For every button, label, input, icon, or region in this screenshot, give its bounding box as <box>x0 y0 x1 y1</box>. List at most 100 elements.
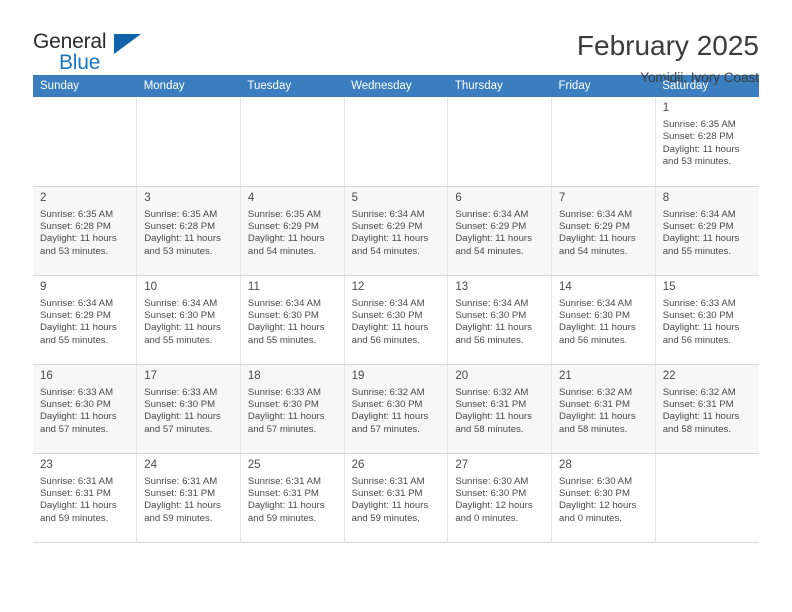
detail-daylight-line1: Daylight: 11 hours <box>351 322 429 334</box>
detail-sunrise: Sunrise: 6:31 AM <box>144 475 218 487</box>
calendar-day-cell[interactable]: 8 Sunrise: 6:34 AM Sunset: 6:29 PM Daylight… <box>655 186 759 276</box>
calendar-cell-content: 19 Sunrise: 6:32 AM Sunset: 6:30 PM Dayligh… <box>345 365 448 453</box>
calendar-cell-content: 6 Sunrise: 6:34 AM Sunset: 6:29 PM Daylight… <box>448 187 551 275</box>
calendar-cell-content: 8 Sunrise: 6:34 AM Sunset: 6:29 PM Daylight… <box>656 187 759 275</box>
detail-sunrise: Sunrise: 6:31 AM <box>351 475 425 487</box>
brand-logo[interactable]: General Blue <box>33 28 148 76</box>
calendar-cell-content: 23 Sunrise: 6:31 AM Sunset: 6:31 PM Dayligh… <box>33 454 136 542</box>
detail-sunrise: Sunrise: 6:32 AM <box>351 386 425 398</box>
detail-sunrise: Sunrise: 6:32 AM <box>455 386 529 398</box>
triangle-logo-icon <box>114 34 141 54</box>
day-number: 6 <box>455 191 462 204</box>
calendar-cell-content: 12 Sunrise: 6:34 AM Sunset: 6:30 PM Dayligh… <box>345 276 448 364</box>
calendar-day-cell[interactable]: 17 Sunrise: 6:33 AM Sunset: 6:30 PM Dayligh… <box>136 364 241 454</box>
detail-sunrise: Sunrise: 6:31 AM <box>40 475 114 487</box>
calendar-cell-content: 13 Sunrise: 6:34 AM Sunset: 6:30 PM Dayligh… <box>448 276 551 364</box>
calendar-cell-content: 18 Sunrise: 6:33 AM Sunset: 6:30 PM Dayligh… <box>241 365 344 453</box>
calendar-day-cell[interactable]: 22 Sunrise: 6:32 AM Sunset: 6:31 PM Dayligh… <box>655 364 759 454</box>
calendar-day-cell[interactable]: 20 Sunrise: 6:32 AM Sunset: 6:31 PM Dayligh… <box>447 364 553 454</box>
day-sun-details: Sunrise: 6:33 AM Sunset: 6:30 PM Daylight:… <box>663 298 752 348</box>
detail-daylight-line2: and 53 minutes. <box>662 156 731 168</box>
day-sun-details: Sunrise: 6:31 AM Sunset: 6:31 PM Daylight:… <box>352 476 441 526</box>
detail-sunrise: Sunrise: 6:33 AM <box>40 386 114 398</box>
detail-daylight-line2: and 57 minutes. <box>351 423 420 435</box>
calendar-body: 1 Sunrise: 6:35 AM Sunset: 6:28 PM Daylight… <box>33 97 759 543</box>
detail-sunset: Sunset: 6:30 PM <box>455 309 527 321</box>
detail-daylight-line1: Daylight: 11 hours <box>455 411 532 423</box>
calendar-day-cell[interactable]: 5 Sunrise: 6:34 AM Sunset: 6:29 PM Daylight… <box>344 186 449 276</box>
calendar-day-cell[interactable]: 3 Sunrise: 6:35 AM Sunset: 6:28 PM Daylight… <box>136 186 241 276</box>
calendar-day-cell[interactable]: 24 Sunrise: 6:31 AM Sunset: 6:31 PM Dayligh… <box>136 453 241 543</box>
detail-daylight-line1: Daylight: 11 hours <box>144 233 221 245</box>
day-sun-details: Sunrise: 6:34 AM Sunset: 6:30 PM Daylight:… <box>352 298 441 348</box>
detail-sunset: Sunset: 6:31 PM <box>455 398 527 410</box>
calendar-day-cell[interactable]: 12 Sunrise: 6:34 AM Sunset: 6:30 PM Dayligh… <box>344 275 449 365</box>
calendar-day-cell[interactable]: 10 Sunrise: 6:34 AM Sunset: 6:30 PM Dayligh… <box>136 275 241 365</box>
day-number: 5 <box>351 191 359 204</box>
calendar-day-cell[interactable]: 27 Sunrise: 6:30 AM Sunset: 6:30 PM Dayligh… <box>447 453 553 543</box>
day-sun-details: Sunrise: 6:35 AM Sunset: 6:28 PM Daylight:… <box>40 209 129 259</box>
calendar-day-cell[interactable]: 11 Sunrise: 6:34 AM Sunset: 6:30 PM Dayligh… <box>240 275 345 365</box>
calendar-week-row: 23 Sunrise: 6:31 AM Sunset: 6:31 PM Dayligh… <box>33 453 759 543</box>
day-number: 23 <box>40 458 53 471</box>
calendar-cell-empty <box>551 97 656 187</box>
calendar-day-cell[interactable]: 26 Sunrise: 6:31 AM Sunset: 6:31 PM Dayligh… <box>344 453 449 543</box>
calendar-day-cell[interactable]: 25 Sunrise: 6:31 AM Sunset: 6:31 PM Dayligh… <box>240 453 345 543</box>
calendar-cell-content: 21 Sunrise: 6:32 AM Sunset: 6:31 PM Dayligh… <box>552 365 655 453</box>
day-number: 12 <box>351 280 365 293</box>
day-sun-details: Sunrise: 6:32 AM Sunset: 6:31 PM Daylight:… <box>663 387 752 437</box>
detail-daylight-line2: and 53 minutes. <box>144 245 213 257</box>
calendar-day-cell[interactable]: 14 Sunrise: 6:34 AM Sunset: 6:30 PM Dayligh… <box>551 275 656 365</box>
calendar-week-row: 1 Sunrise: 6:35 AM Sunset: 6:28 PM Daylight… <box>33 97 759 187</box>
detail-sunset: Sunset: 6:29 PM <box>455 220 527 232</box>
detail-sunset: Sunset: 6:30 PM <box>40 398 111 410</box>
detail-daylight-line2: and 54 minutes. <box>247 245 317 257</box>
calendar-day-cell[interactable]: 9 Sunrise: 6:34 AM Sunset: 6:29 PM Daylight… <box>33 275 138 365</box>
detail-sunrise: Sunrise: 6:34 AM <box>455 208 529 220</box>
detail-daylight-line2: and 56 minutes. <box>455 334 524 346</box>
calendar-day-cell[interactable]: 2 Sunrise: 6:35 AM Sunset: 6:28 PM Daylight… <box>33 186 138 276</box>
detail-daylight-line2: and 58 minutes. <box>662 423 731 435</box>
calendar-cell-empty <box>344 97 449 187</box>
detail-daylight-line1: Daylight: 11 hours <box>40 411 117 423</box>
day-number: 7 <box>559 191 566 204</box>
day-sun-details: Sunrise: 6:34 AM Sunset: 6:29 PM Daylight:… <box>352 209 441 259</box>
detail-sunrise: Sunrise: 6:35 AM <box>144 208 218 220</box>
detail-daylight-line2: and 55 minutes. <box>144 334 213 346</box>
detail-daylight-line2: and 54 minutes. <box>559 245 628 257</box>
detail-sunrise: Sunrise: 6:35 AM <box>40 208 114 220</box>
detail-daylight-line1: Daylight: 11 hours <box>247 411 325 423</box>
detail-sunrise: Sunrise: 6:34 AM <box>144 297 218 309</box>
calendar-day-cell[interactable]: 16 Sunrise: 6:33 AM Sunset: 6:30 PM Dayligh… <box>33 364 138 454</box>
calendar-day-cell[interactable]: 1 Sunrise: 6:35 AM Sunset: 6:28 PM Daylight… <box>655 97 759 187</box>
calendar-day-cell[interactable]: 7 Sunrise: 6:34 AM Sunset: 6:29 PM Daylight… <box>551 186 656 276</box>
calendar-week-row: 9 Sunrise: 6:34 AM Sunset: 6:29 PM Daylight… <box>33 275 759 365</box>
detail-daylight-line2: and 54 minutes. <box>455 245 524 257</box>
calendar-day-cell[interactable]: 4 Sunrise: 6:35 AM Sunset: 6:29 PM Daylight… <box>240 186 345 276</box>
calendar-day-cell[interactable]: 28 Sunrise: 6:30 AM Sunset: 6:30 PM Dayligh… <box>551 453 656 543</box>
detail-sunset: Sunset: 6:31 PM <box>144 487 216 499</box>
calendar-cell-empty <box>136 97 241 187</box>
calendar-cell-content: 5 Sunrise: 6:34 AM Sunset: 6:29 PM Daylight… <box>345 187 448 275</box>
calendar-day-cell[interactable]: 23 Sunrise: 6:31 AM Sunset: 6:31 PM Dayligh… <box>33 453 138 543</box>
day-number: 2 <box>40 191 47 204</box>
detail-sunrise: Sunrise: 6:34 AM <box>247 297 321 309</box>
calendar-cell-empty <box>33 97 138 187</box>
day-number: 16 <box>40 369 53 382</box>
detail-daylight-line2: and 55 minutes. <box>247 334 317 346</box>
detail-sunset: Sunset: 6:30 PM <box>559 487 630 499</box>
calendar-day-cell[interactable]: 15 Sunrise: 6:33 AM Sunset: 6:30 PM Dayligh… <box>655 275 759 365</box>
calendar-day-cell[interactable]: 19 Sunrise: 6:32 AM Sunset: 6:30 PM Dayligh… <box>344 364 449 454</box>
calendar-day-cell[interactable]: 18 Sunrise: 6:33 AM Sunset: 6:30 PM Dayligh… <box>240 364 345 454</box>
detail-sunrise: Sunrise: 6:34 AM <box>455 297 529 309</box>
detail-sunset: Sunset: 6:30 PM <box>247 309 319 321</box>
calendar-day-cell[interactable]: 21 Sunrise: 6:32 AM Sunset: 6:31 PM Dayligh… <box>551 364 656 454</box>
calendar-day-cell[interactable]: 13 Sunrise: 6:34 AM Sunset: 6:30 PM Dayligh… <box>447 275 553 365</box>
day-number: 4 <box>247 191 255 204</box>
detail-daylight-line2: and 57 minutes. <box>144 423 213 435</box>
detail-sunset: Sunset: 6:29 PM <box>662 220 734 232</box>
day-sun-details: Sunrise: 6:34 AM Sunset: 6:29 PM Daylight:… <box>455 209 544 259</box>
day-sun-details: Sunrise: 6:33 AM Sunset: 6:30 PM Daylight:… <box>248 387 337 437</box>
calendar-day-cell[interactable]: 6 Sunrise: 6:34 AM Sunset: 6:29 PM Daylight… <box>447 186 553 276</box>
detail-sunset: Sunset: 6:30 PM <box>144 398 216 410</box>
